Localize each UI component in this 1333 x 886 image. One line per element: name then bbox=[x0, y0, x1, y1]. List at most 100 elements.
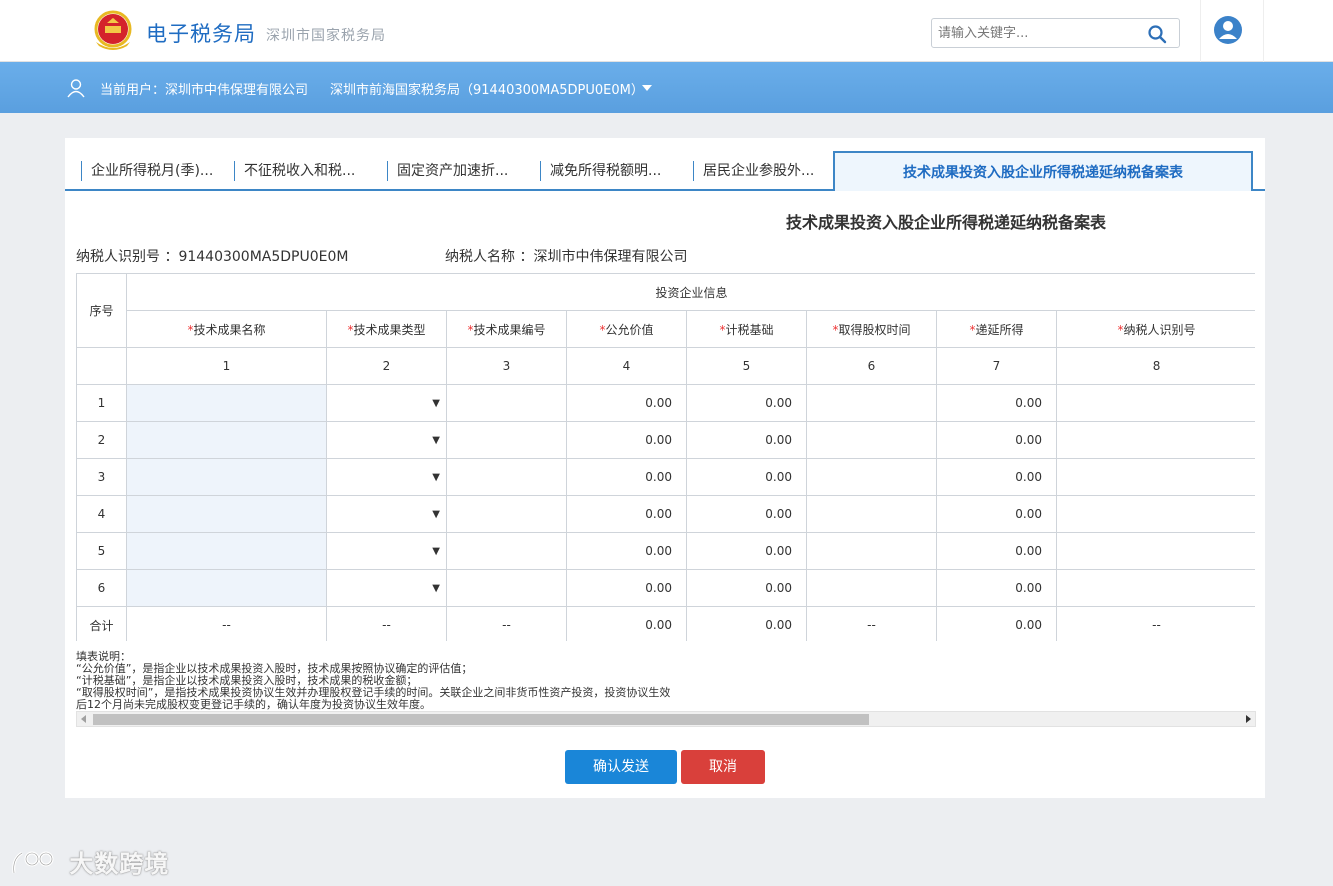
equity-time-input[interactable] bbox=[806, 495, 937, 533]
column-number: 1 bbox=[126, 347, 327, 385]
tax-basis-cell[interactable]: 0.00 bbox=[686, 532, 807, 570]
tech-type-select[interactable]: ▼ bbox=[326, 569, 447, 607]
row-seq: 1 bbox=[76, 384, 127, 422]
tab-non-taxable-income[interactable]: 不征税收入和税... bbox=[234, 161, 355, 181]
tab-tech-investment-deferral[interactable]: 技术成果投资入股企业所得税递延纳税备案表 bbox=[833, 151, 1253, 191]
scrollbar-thumb[interactable] bbox=[93, 714, 869, 725]
user-menu[interactable] bbox=[1200, 0, 1264, 62]
main-panel: 企业所得税月(季)... 不征税收入和税... 固定资产加速折... 减免所得税… bbox=[65, 138, 1265, 798]
tax-office-selector[interactable]: 深圳市前海国家税务局（91440300MA5DPU0E0M） bbox=[330, 79, 644, 98]
deferred-income-cell[interactable]: 0.00 bbox=[936, 421, 1057, 459]
tech-type-select[interactable]: ▼ bbox=[326, 384, 447, 422]
fair-value-cell[interactable]: 0.00 bbox=[566, 569, 687, 607]
cancel-button[interactable]: 取消 bbox=[681, 750, 765, 784]
tax-basis-cell[interactable]: 0.00 bbox=[686, 495, 807, 533]
column-number: 4 bbox=[566, 347, 687, 385]
column-number: 6 bbox=[806, 347, 937, 385]
tech-name-input[interactable] bbox=[126, 532, 327, 570]
scroll-left-icon[interactable] bbox=[81, 715, 86, 723]
tab-quarterly-prepayment[interactable]: 企业所得税月(季)... bbox=[81, 161, 213, 181]
tax-basis-cell[interactable]: 0.00 bbox=[686, 384, 807, 422]
horizontal-scrollbar[interactable] bbox=[76, 711, 1256, 727]
total-label: 合计 bbox=[76, 606, 127, 641]
equity-time-input[interactable] bbox=[806, 532, 937, 570]
filing-instructions: 填表说明： “公允价值”，是指企业以技术成果投资入股时，技术成果按照协议确定的评… bbox=[76, 651, 670, 711]
table-row: 1 ▼ 0.00 0.00 0.00 bbox=[76, 384, 1255, 422]
avatar-icon[interactable] bbox=[1213, 15, 1243, 45]
row-seq: 6 bbox=[76, 569, 127, 607]
total-code: -- bbox=[446, 606, 567, 641]
tech-name-input[interactable] bbox=[126, 421, 327, 459]
national-emblem-icon bbox=[94, 10, 132, 50]
column-number: 7 bbox=[936, 347, 1057, 385]
row-seq: 3 bbox=[76, 458, 127, 496]
fair-value-cell[interactable]: 0.00 bbox=[566, 532, 687, 570]
tab-bar: 企业所得税月(季)... 不征税收入和税... 固定资产加速折... 减免所得税… bbox=[65, 151, 1265, 191]
tech-type-select[interactable]: ▼ bbox=[326, 532, 447, 570]
fair-value-cell[interactable]: 0.00 bbox=[566, 458, 687, 496]
taxpayer-id: 纳税人识别号 ：91440300MA5DPU0E0M bbox=[76, 249, 349, 265]
dropdown-arrow-icon[interactable]: ▼ bbox=[432, 472, 440, 483]
dropdown-arrow-icon[interactable]: ▼ bbox=[432, 583, 440, 594]
total-equity-time: -- bbox=[806, 606, 937, 641]
tech-name-input[interactable] bbox=[126, 495, 327, 533]
deferred-income-cell[interactable]: 0.00 bbox=[936, 384, 1057, 422]
note-line: 后12个月尚未完成股权变更登记手续的，确认年度为投资协议生效年度。 bbox=[76, 698, 431, 711]
tab-resident-enterprise-foreign[interactable]: 居民企业参股外... bbox=[693, 161, 814, 181]
tab-accelerated-depreciation[interactable]: 固定资产加速折... bbox=[387, 161, 508, 181]
dropdown-arrow-icon[interactable]: ▼ bbox=[432, 509, 440, 520]
equity-time-input[interactable] bbox=[806, 384, 937, 422]
column-number: 5 bbox=[686, 347, 807, 385]
deferred-income-cell[interactable]: 0.00 bbox=[936, 532, 1057, 570]
row-seq: 2 bbox=[76, 421, 127, 459]
tech-code-input[interactable] bbox=[446, 569, 567, 607]
tech-type-select[interactable]: ▼ bbox=[326, 495, 447, 533]
equity-time-input[interactable] bbox=[806, 569, 937, 607]
dropdown-arrow-icon[interactable]: ▼ bbox=[432, 435, 440, 446]
fair-value-cell[interactable]: 0.00 bbox=[566, 421, 687, 459]
watermark: 大数跨境 bbox=[10, 844, 169, 880]
tech-name-input[interactable] bbox=[126, 458, 327, 496]
confirm-send-button[interactable]: 确认发送 bbox=[565, 750, 677, 784]
chevron-down-icon[interactable] bbox=[642, 85, 652, 91]
tax-basis-cell[interactable]: 0.00 bbox=[686, 569, 807, 607]
equity-time-input[interactable] bbox=[806, 458, 937, 496]
column-header: *技术成果名称 bbox=[126, 310, 327, 348]
deferred-income-cell[interactable]: 0.00 bbox=[936, 569, 1057, 607]
tech-type-select[interactable]: ▼ bbox=[326, 458, 447, 496]
tech-code-input[interactable] bbox=[446, 458, 567, 496]
tech-code-input[interactable] bbox=[446, 495, 567, 533]
tab-tax-reduction-detail[interactable]: 减免所得税额明... bbox=[540, 161, 661, 181]
tech-code-input[interactable] bbox=[446, 384, 567, 422]
taxpayer-id-input[interactable] bbox=[1055, 421, 1255, 459]
taxpayer-name: 纳税人名称 ：深圳市中伟保理有限公司 bbox=[445, 249, 688, 265]
fair-value-cell[interactable]: 0.00 bbox=[566, 495, 687, 533]
taxpayer-id-input[interactable] bbox=[1055, 569, 1255, 607]
taxpayer-id-input[interactable] bbox=[1055, 384, 1255, 422]
seq-header: 序号 bbox=[76, 273, 127, 348]
total-taxpayer-id: -- bbox=[1055, 606, 1255, 641]
tech-name-input[interactable] bbox=[126, 384, 327, 422]
tech-name-input[interactable] bbox=[126, 569, 327, 607]
table-row: 5 ▼ 0.00 0.00 0.00 bbox=[76, 532, 1255, 570]
current-user-label: 当前用户：深圳市中伟保理有限公司 bbox=[100, 83, 309, 98]
taxpayer-id-input[interactable] bbox=[1055, 495, 1255, 533]
scroll-right-icon[interactable] bbox=[1246, 715, 1251, 723]
tax-basis-cell[interactable]: 0.00 bbox=[686, 421, 807, 459]
fair-value-cell[interactable]: 0.00 bbox=[566, 384, 687, 422]
equity-time-input[interactable] bbox=[806, 421, 937, 459]
tax-basis-cell[interactable]: 0.00 bbox=[686, 458, 807, 496]
deferred-income-cell[interactable]: 0.00 bbox=[936, 458, 1057, 496]
dropdown-arrow-icon[interactable]: ▼ bbox=[432, 398, 440, 409]
tech-code-input[interactable] bbox=[446, 532, 567, 570]
deferred-income-cell[interactable]: 0.00 bbox=[936, 495, 1057, 533]
tech-code-input[interactable] bbox=[446, 421, 567, 459]
tech-type-select[interactable]: ▼ bbox=[326, 421, 447, 459]
column-number: 8 bbox=[1055, 347, 1255, 385]
dropdown-arrow-icon[interactable]: ▼ bbox=[432, 546, 440, 557]
search-input[interactable] bbox=[938, 23, 1138, 43]
watermark-logo-icon bbox=[12, 851, 54, 873]
taxpayer-id-input[interactable] bbox=[1055, 532, 1255, 570]
taxpayer-id-input[interactable] bbox=[1055, 458, 1255, 496]
search-icon[interactable] bbox=[1147, 24, 1167, 44]
